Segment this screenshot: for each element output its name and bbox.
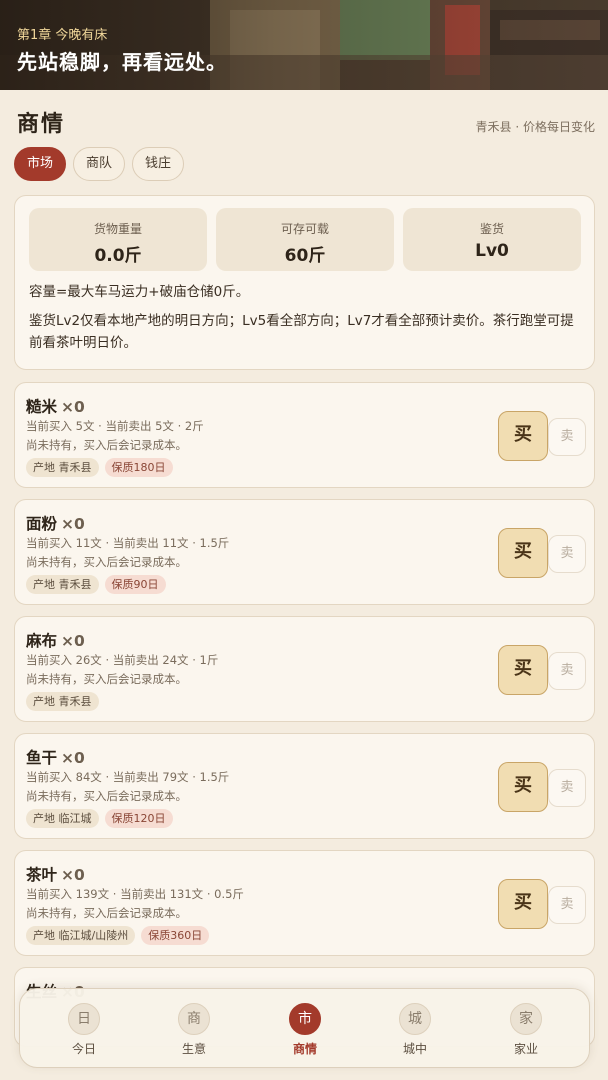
tab-market[interactable]: 市场 — [14, 147, 67, 181]
goods-tags: 产地 青禾县 保质180日 — [26, 458, 173, 477]
shelf-life-tag: 保质90日 — [104, 575, 166, 594]
goods-card-tea: 茶叶 ×0 当前买入 139文 · 当前卖出 131文 · 0.5斤 尚未持有，买… — [14, 850, 595, 956]
sell-button[interactable]: 卖 — [548, 418, 586, 456]
origin-tag: 产地 青禾县 — [26, 458, 99, 477]
sell-button[interactable]: 卖 — [548, 886, 586, 924]
goods-holding-note: 尚未持有，买入后会记录成本。 — [26, 789, 187, 803]
appraisal-note: 鉴货Lv2仅看本地产地的明日方向；Lv5看全部方向；Lv7才看全部预计卖价。茶行… — [29, 313, 574, 351]
goods-quantity: ×0 — [61, 866, 85, 884]
goods-name: 鱼干 ×0 — [26, 749, 85, 767]
trade-icon: 商 — [178, 1003, 210, 1035]
nav-label: 城中 — [402, 1042, 427, 1056]
goods-holding-note: 尚未持有，买入后会记录成本。 — [26, 438, 187, 452]
chapter-headline: 先站稳脚，再看远处。 — [17, 50, 227, 74]
nav-label: 家业 — [513, 1042, 538, 1056]
stat-value: Lv0 — [475, 241, 509, 261]
stat-value: 60斤 — [284, 246, 326, 266]
bottom-navigation: 日 今日 商 生意 市 商情 城 城中 家 家业 — [19, 988, 590, 1068]
buy-button[interactable]: 买 — [498, 879, 548, 929]
goods-tags: 产地 临江城/山陵州 保质360日 — [26, 926, 210, 945]
buy-button[interactable]: 买 — [498, 645, 548, 695]
nav-label: 今日 — [71, 1042, 96, 1056]
goods-price: 当前买入 26文 · 当前卖出 24文 · 1斤 — [26, 653, 219, 667]
cargo-summary-card: 货物重量 0.0斤 可存可载 60斤 鉴货 Lv0 容量=最大车马运力+破庙仓储… — [14, 195, 595, 370]
nav-estate[interactable]: 家 家业 — [486, 1003, 566, 1057]
goods-price: 当前买入 84文 · 当前卖出 79文 · 1.5斤 — [26, 770, 230, 784]
origin-tag: 产地 临江城/山陵州 — [26, 926, 136, 945]
goods-quantity: ×0 — [61, 632, 85, 650]
shelf-life-tag: 保质180日 — [104, 458, 173, 477]
nav-label: 商情 — [292, 1042, 317, 1056]
stat-cargo-weight: 货物重量 0.0斤 — [29, 208, 207, 271]
stat-label: 鉴货 — [479, 222, 504, 236]
origin-tag: 产地 青禾县 — [26, 575, 99, 594]
goods-holding-note: 尚未持有，买入后会记录成本。 — [26, 555, 187, 569]
sun-icon: 日 — [68, 1003, 100, 1035]
goods-quantity: ×0 — [61, 398, 85, 416]
origin-tag: 产地 临江城 — [26, 809, 99, 828]
goods-name: 麻布 ×0 — [26, 632, 85, 650]
stat-appraisal: 鉴货 Lv0 — [403, 208, 581, 271]
nav-market-info[interactable]: 市 商情 — [265, 1003, 345, 1057]
page-header: 商情 青禾县 · 价格每日变化 — [17, 106, 595, 137]
buy-button[interactable]: 买 — [498, 762, 548, 812]
goods-holding-note: 尚未持有，买入后会记录成本。 — [26, 906, 187, 920]
tab-caravan[interactable]: 商队 — [73, 147, 126, 181]
nav-label: 生意 — [181, 1042, 206, 1056]
stat-capacity: 可存可载 60斤 — [216, 208, 394, 271]
goods-name: 茶叶 ×0 — [26, 866, 85, 884]
chapter-label: 第1章 今晚有床 — [17, 28, 108, 43]
sell-button[interactable]: 卖 — [548, 652, 586, 690]
buy-button[interactable]: 买 — [498, 411, 548, 461]
page-title: 商情 — [17, 111, 66, 137]
goods-card-linen: 麻布 ×0 当前买入 26文 · 当前卖出 24文 · 1斤 尚未持有，买入后会记… — [14, 616, 595, 722]
tab-bank[interactable]: 钱庄 — [132, 147, 185, 181]
goods-holding-note: 尚未持有，买入后会记录成本。 — [26, 672, 187, 686]
goods-name: 面粉 ×0 — [26, 515, 85, 533]
chapter-banner: 第1章 今晚有床 先站稳脚，再看远处。 — [0, 0, 608, 90]
stat-value: 0.0斤 — [94, 246, 142, 266]
goods-name: 糙米 ×0 — [26, 398, 85, 416]
capacity-note: 容量=最大车马运力+破庙仓储0斤。 — [29, 284, 250, 300]
goods-price: 当前买入 5文 · 当前卖出 5文 · 2斤 — [26, 419, 204, 433]
city-icon: 城 — [399, 1003, 431, 1035]
goods-price: 当前买入 11文 · 当前卖出 11文 · 1.5斤 — [26, 536, 230, 550]
buy-button[interactable]: 买 — [498, 528, 548, 578]
nav-today[interactable]: 日 今日 — [44, 1003, 124, 1057]
goods-card-flour: 面粉 ×0 当前买入 11文 · 当前卖出 11文 · 1.5斤 尚未持有，买入后… — [14, 499, 595, 605]
origin-tag: 产地 青禾县 — [26, 692, 99, 711]
sell-button[interactable]: 卖 — [548, 535, 586, 573]
goods-price: 当前买入 139文 · 当前卖出 131文 · 0.5斤 — [26, 887, 244, 901]
goods-tags: 产地 青禾县 — [26, 692, 99, 711]
stat-label: 货物重量 — [93, 222, 142, 236]
shelf-life-tag: 保质360日 — [141, 926, 210, 945]
page-subtitle: 青禾县 · 价格每日变化 — [475, 120, 595, 134]
goods-tags: 产地 青禾县 保质90日 — [26, 575, 166, 594]
goods-card-rice: 糙米 ×0 当前买入 5文 · 当前卖出 5文 · 2斤 尚未持有，买入后会记录成… — [14, 382, 595, 488]
goods-tags: 产地 临江城 保质120日 — [26, 809, 173, 828]
market-tabs: 市场 商队 钱庄 — [14, 147, 185, 181]
shelf-life-tag: 保质120日 — [104, 809, 173, 828]
goods-quantity: ×0 — [61, 749, 85, 767]
goods-quantity: ×0 — [61, 515, 85, 533]
nav-city[interactable]: 城 城中 — [375, 1003, 455, 1057]
goods-card-dried-fish: 鱼干 ×0 当前买入 84文 · 当前卖出 79文 · 1.5斤 尚未持有，买入后… — [14, 733, 595, 839]
stat-label: 可存可载 — [280, 222, 329, 236]
market-icon: 市 — [289, 1003, 321, 1035]
home-icon: 家 — [510, 1003, 542, 1035]
nav-business[interactable]: 商 生意 — [154, 1003, 234, 1057]
sell-button[interactable]: 卖 — [548, 769, 586, 807]
